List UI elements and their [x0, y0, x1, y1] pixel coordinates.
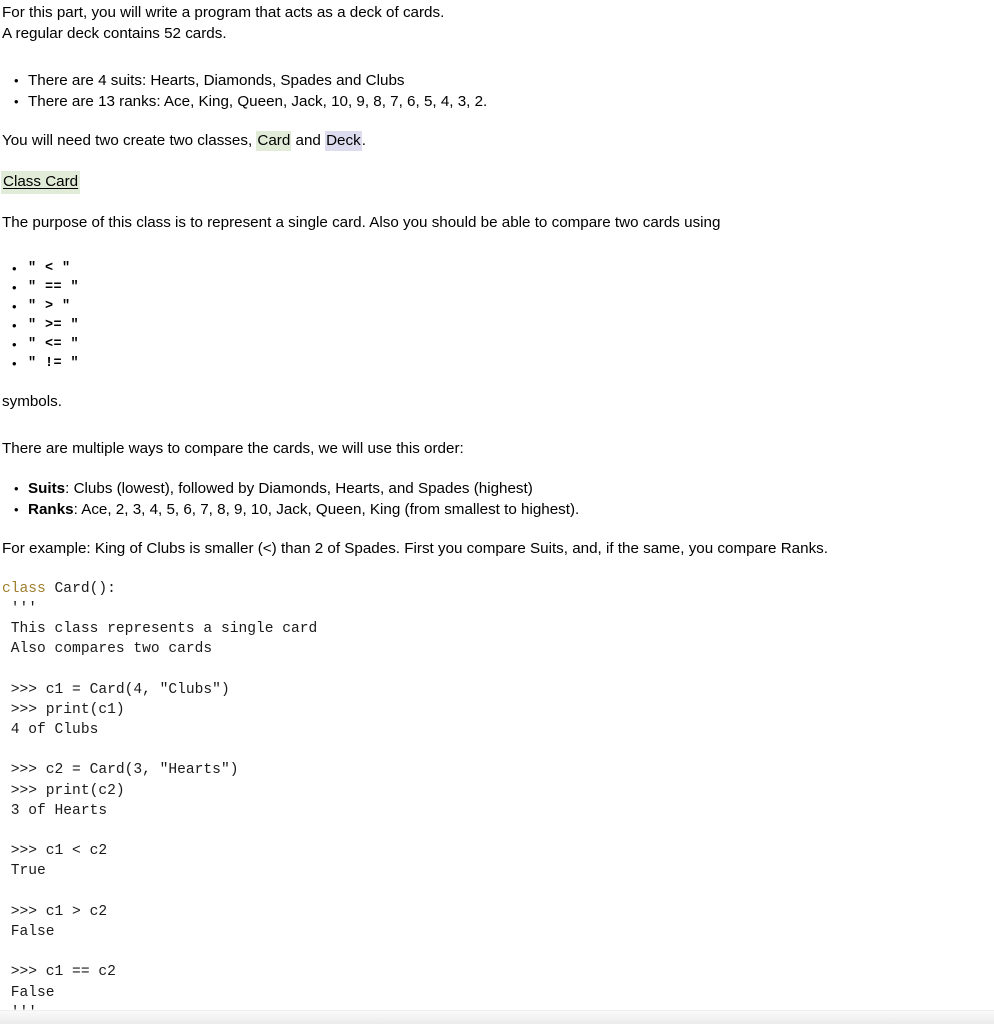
intro-line-1: For this part, you will write a program … [2, 4, 445, 21]
rule-text-suits: : Clubs (lowest), followed by Diamonds, … [65, 480, 533, 497]
class-card-heading-row: Class Card [0, 170, 994, 194]
list-item: " <= " [12, 335, 994, 354]
order-rules-list: Suits: Clubs (lowest), followed by Diamo… [0, 478, 994, 520]
card-term-highlight: Card [256, 131, 292, 151]
list-item: " >= " [12, 316, 994, 335]
symbols-word: symbols. [2, 393, 62, 410]
code-block: class Card(): ''' This class represents … [0, 579, 994, 1011]
list-item: There are 13 ranks: Ace, King, Queen, Ja… [14, 91, 994, 112]
order-intro-paragraph: There are multiple ways to compare the c… [2, 439, 464, 457]
classes-sentence-middle: and [291, 132, 326, 149]
code-docstring-body: ''' This class represents a single card … [10, 600, 318, 1010]
purpose-paragraph: The purpose of this class is to represen… [2, 213, 721, 231]
document-page: For this part, you will write a program … [0, 0, 994, 1010]
example-paragraph: For example: King of Clubs is smaller (<… [2, 540, 828, 557]
list-item: " < " [12, 259, 994, 278]
classes-sentence-before: You will need two create two classes, [2, 132, 257, 149]
horizontal-scrollbar[interactable] [0, 1010, 994, 1024]
intro-line-2: A regular deck contains 52 cards. [2, 24, 227, 42]
list-item: There are 4 suits: Hearts, Diamonds, Spa… [14, 70, 994, 91]
rule-label-ranks: Ranks [28, 501, 74, 518]
classes-sentence: You will need two create two classes, Ca… [0, 131, 994, 152]
list-item: " == " [12, 278, 994, 297]
deck-facts-list: There are 4 suits: Hearts, Diamonds, Spa… [0, 70, 994, 112]
list-item: " > " [12, 297, 994, 316]
page-title: Class Card [1, 170, 81, 194]
code-keyword-class: class [2, 580, 46, 597]
operator-symbols-list: " < " " == " " > " " >= " " <= " " != " [0, 259, 994, 373]
list-item: Suits: Clubs (lowest), followed by Diamo… [14, 478, 994, 499]
rule-text-ranks: : Ace, 2, 3, 4, 5, 6, 7, 8, 9, 10, Jack,… [73, 501, 580, 518]
deck-term-highlight: Deck [325, 131, 362, 151]
list-item: " != " [12, 354, 994, 373]
list-item: Ranks: Ace, 2, 3, 4, 5, 6, 7, 8, 9, 10, … [14, 499, 994, 520]
code-class-signature: Card(): [45, 580, 116, 597]
rule-label-suits: Suits [28, 480, 66, 497]
classes-sentence-after: . [361, 132, 366, 149]
